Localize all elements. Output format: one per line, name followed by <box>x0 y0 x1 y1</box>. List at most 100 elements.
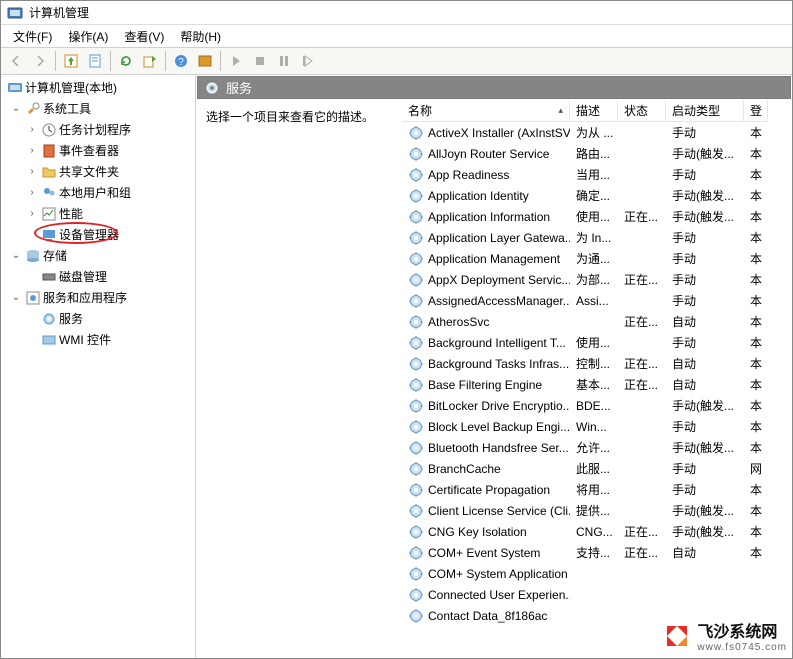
properties-button[interactable] <box>84 50 106 72</box>
list-row[interactable]: BitLocker Drive Encryptio...BDE...手动(触发.… <box>402 395 792 416</box>
forward-button[interactable] <box>29 50 51 72</box>
tree-wmi-control[interactable]: WMI 控件 <box>1 329 195 350</box>
list-row[interactable]: AllJoyn Router Service路由...手动(触发...本 <box>402 143 792 164</box>
tree-services-apps[interactable]: ⌄ 服务和应用程序 <box>1 287 195 308</box>
chevron-right-icon[interactable]: › <box>25 144 39 158</box>
chevron-right-icon[interactable]: › <box>25 165 39 179</box>
separator <box>220 51 221 71</box>
gear-icon <box>408 398 424 414</box>
col-label: 状态 <box>624 102 648 119</box>
cell-desc: 为 In... <box>570 229 618 246</box>
tree-panel[interactable]: 计算机管理(本地) ⌄ 系统工具 › 任务计划程序 › 事件查看器 › 共享文件… <box>1 75 196 658</box>
gear-icon <box>408 482 424 498</box>
tree-device-manager[interactable]: 设备管理器 <box>1 224 195 245</box>
service-name: Client License Service (Cli... <box>428 504 570 518</box>
list-row[interactable]: Application Identity确定...手动(触发...本 <box>402 185 792 206</box>
computer-icon <box>7 80 23 96</box>
list-header: 名称▴ 描述 状态 启动类型 登 <box>402 100 792 122</box>
up-button[interactable] <box>60 50 82 72</box>
cell-logon: 本 <box>744 544 768 561</box>
menu-view[interactable]: 查看(V) <box>116 26 172 47</box>
col-status[interactable]: 状态 <box>618 100 666 122</box>
chevron-right-icon[interactable]: › <box>25 207 39 221</box>
col-startup[interactable]: 启动类型 <box>666 100 744 122</box>
list-row[interactable]: Client License Service (Cli...提供...手动(触发… <box>402 500 792 521</box>
cell-status: 正在... <box>618 355 666 372</box>
col-logon[interactable]: 登 <box>744 100 768 122</box>
restart-button[interactable] <box>297 50 319 72</box>
list-row[interactable]: AppX Deployment Servic...为部...正在...手动本 <box>402 269 792 290</box>
console-button[interactable] <box>194 50 216 72</box>
list-body[interactable]: ActiveX Installer (AxInstSV)为从 ...手动本All… <box>402 122 792 658</box>
service-name: Application Information <box>428 210 550 224</box>
chevron-down-icon[interactable]: ⌄ <box>9 291 23 305</box>
list-row[interactable]: Application Information使用...正在...手动(触发..… <box>402 206 792 227</box>
book-icon <box>41 143 57 159</box>
separator <box>55 51 56 71</box>
list-row[interactable]: AssignedAccessManager...Assi...手动本 <box>402 290 792 311</box>
gear-icon <box>408 230 424 246</box>
tree-performance[interactable]: › 性能 <box>1 203 195 224</box>
refresh-button[interactable] <box>115 50 137 72</box>
list-row[interactable]: Bluetooth Handsfree Ser...允许...手动(触发...本 <box>402 437 792 458</box>
list-row[interactable]: BranchCache此服...手动网 <box>402 458 792 479</box>
cell-logon: 本 <box>744 124 768 141</box>
list-row[interactable]: Base Filtering Engine基本...正在...自动本 <box>402 374 792 395</box>
play-button[interactable] <box>225 50 247 72</box>
list-row[interactable]: Contact Data_8f186ac <box>402 605 792 626</box>
gear-icon <box>408 293 424 309</box>
cell-logon: 本 <box>744 334 768 351</box>
cell-name: Bluetooth Handsfree Ser... <box>402 440 570 456</box>
list-row[interactable]: Certificate Propagation将用...手动本 <box>402 479 792 500</box>
col-desc[interactable]: 描述 <box>570 100 618 122</box>
tree-root[interactable]: 计算机管理(本地) <box>1 77 195 98</box>
cell-status: 正在... <box>618 376 666 393</box>
list-row[interactable]: Background Intelligent T...使用...手动本 <box>402 332 792 353</box>
cell-desc: 当用... <box>570 166 618 183</box>
col-name[interactable]: 名称▴ <box>402 100 570 122</box>
wmi-icon <box>41 332 57 348</box>
cell-logon: 本 <box>744 145 768 162</box>
cell-startup: 自动 <box>666 544 744 561</box>
list-row[interactable]: COM+ System Application <box>402 563 792 584</box>
tree-storage[interactable]: ⌄ 存储 <box>1 245 195 266</box>
list-row[interactable]: Application Layer Gatewa...为 In...手动本 <box>402 227 792 248</box>
tree-local-users[interactable]: › 本地用户和组 <box>1 182 195 203</box>
tree-disk-management[interactable]: 磁盘管理 <box>1 266 195 287</box>
clock-icon <box>41 122 57 138</box>
cell-name: AppX Deployment Servic... <box>402 272 570 288</box>
list-row[interactable]: ActiveX Installer (AxInstSV)为从 ...手动本 <box>402 122 792 143</box>
chevron-down-icon[interactable]: ⌄ <box>9 102 23 116</box>
menu-help[interactable]: 帮助(H) <box>172 26 229 47</box>
list-row[interactable]: Background Tasks Infras...控制...正在...自动本 <box>402 353 792 374</box>
menu-action[interactable]: 操作(A) <box>60 26 116 47</box>
tree-services[interactable]: 服务 <box>1 308 195 329</box>
col-label: 描述 <box>576 102 600 119</box>
list-row[interactable]: COM+ Event System支持...正在...自动本 <box>402 542 792 563</box>
pause-button[interactable] <box>273 50 295 72</box>
export-button[interactable] <box>139 50 161 72</box>
list-pane[interactable]: 名称▴ 描述 状态 启动类型 登 ActiveX Installer (AxIn… <box>401 100 792 658</box>
tree-event-viewer[interactable]: › 事件查看器 <box>1 140 195 161</box>
cell-startup: 手动 <box>666 292 744 309</box>
list-row[interactable]: Application Management为通...手动本 <box>402 248 792 269</box>
chevron-right-icon[interactable]: › <box>25 123 39 137</box>
tree-system-tools[interactable]: ⌄ 系统工具 <box>1 98 195 119</box>
back-button[interactable] <box>5 50 27 72</box>
description-hint: 选择一个项目来查看它的描述。 <box>206 110 374 124</box>
list-row[interactable]: AtherosSvc正在...自动本 <box>402 311 792 332</box>
cell-desc: CNG... <box>570 525 618 539</box>
tree-shared-folders[interactable]: › 共享文件夹 <box>1 161 195 182</box>
list-row[interactable]: CNG Key IsolationCNG...正在...手动(触发...本 <box>402 521 792 542</box>
tree-task-scheduler[interactable]: › 任务计划程序 <box>1 119 195 140</box>
stop-button[interactable] <box>249 50 271 72</box>
cell-logon: 网 <box>744 460 768 477</box>
chevron-down-icon[interactable]: ⌄ <box>9 249 23 263</box>
list-row[interactable]: App Readiness当用...手动本 <box>402 164 792 185</box>
menu-file[interactable]: 文件(F) <box>5 26 60 47</box>
list-row[interactable]: Block Level Backup Engi...Win...手动本 <box>402 416 792 437</box>
chevron-right-icon[interactable]: › <box>25 186 39 200</box>
help-button[interactable]: ? <box>170 50 192 72</box>
cell-desc: 确定... <box>570 187 618 204</box>
list-row[interactable]: Connected User Experien... <box>402 584 792 605</box>
